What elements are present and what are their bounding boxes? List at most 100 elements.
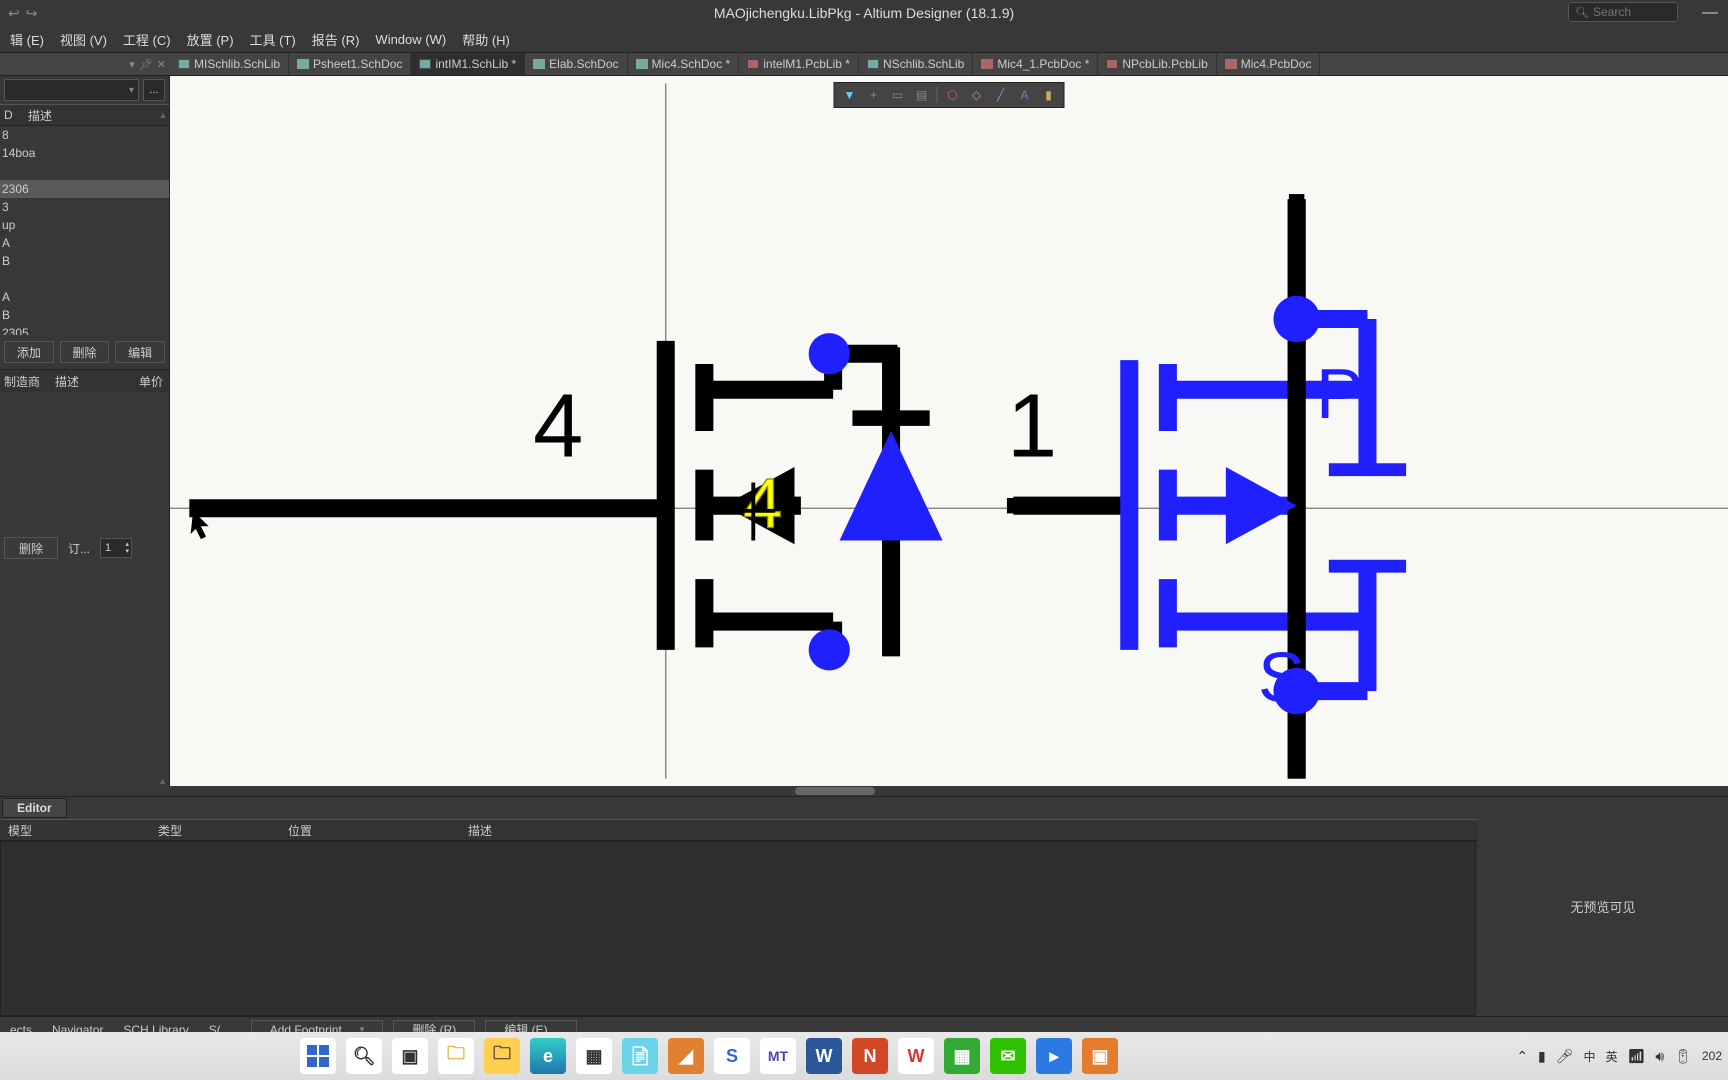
list-item[interactable]: 3 xyxy=(0,198,169,216)
mathtype-icon[interactable]: MT xyxy=(760,1038,796,1074)
wechat-icon[interactable]: ✉︎ xyxy=(990,1038,1026,1074)
filter-icon[interactable]: ▼ xyxy=(839,85,861,105)
canvas-hscroll[interactable] xyxy=(0,786,1728,796)
node-icon[interactable]: ⬡ xyxy=(942,85,964,105)
editor-grid-body[interactable] xyxy=(0,841,1476,1016)
tab-close-icon[interactable]: ✕ xyxy=(157,58,166,71)
menu-place[interactable]: 放置 (P) xyxy=(181,28,240,51)
wifi-icon[interactable]: 📶︎ xyxy=(1628,1048,1646,1065)
col-price[interactable]: 单价 xyxy=(110,373,169,390)
tray-app-icon[interactable]: ▮ xyxy=(1538,1048,1546,1065)
wps-icon[interactable]: W xyxy=(898,1038,934,1074)
component-list[interactable]: 814boa23063upABAB23053 xyxy=(0,126,169,335)
doc-tab-label: MISchlib.SchLib xyxy=(194,57,280,71)
search-box[interactable]: 🔍︎ xyxy=(1568,2,1678,22)
doc-tab[interactable]: intelM1.PcbLib * xyxy=(739,53,859,75)
list-item[interactable]: B xyxy=(0,252,169,270)
fwd-icon[interactable]: ↪︎ xyxy=(26,5,38,22)
search-taskbar-icon[interactable]: 🔍︎ xyxy=(346,1038,382,1074)
col-id[interactable]: D xyxy=(0,108,28,122)
menu-help[interactable]: 帮助 (H) xyxy=(456,28,516,51)
doc-tab[interactable]: intIM1.SchLib * xyxy=(411,53,525,75)
tray-clock[interactable]: 202 xyxy=(1702,1049,1722,1063)
scroll-up-icon[interactable]: ▲ xyxy=(0,776,169,786)
order-qty-spinner[interactable]: 1▴▾ xyxy=(100,538,132,558)
delete-button[interactable]: 删除 xyxy=(60,341,110,363)
list-item[interactable]: 2306 xyxy=(0,180,169,198)
app-green-icon[interactable]: ▦ xyxy=(944,1038,980,1074)
col-desc[interactable]: 描述 xyxy=(460,822,1478,839)
col-desc[interactable]: 描述 xyxy=(28,107,157,124)
doc-tab[interactable]: NSchlib.SchLib xyxy=(859,53,973,75)
altium-icon[interactable]: ◢ xyxy=(668,1038,704,1074)
back-icon[interactable]: ↩︎ xyxy=(8,5,20,22)
align-icon[interactable]: ▤ xyxy=(911,85,933,105)
edit-button[interactable]: 编辑 xyxy=(115,341,165,363)
calc-icon[interactable]: ▦ xyxy=(576,1038,612,1074)
start-icon[interactable] xyxy=(300,1038,336,1074)
doc-tab[interactable]: Mic4.SchDoc * xyxy=(628,53,740,75)
search-input[interactable] xyxy=(1593,5,1673,19)
delete-supplier-button[interactable]: 删除 xyxy=(4,537,58,559)
minimize-icon[interactable]: — xyxy=(1702,4,1718,22)
doc-tab[interactable]: Elab.SchDoc xyxy=(525,53,627,75)
battery-icon[interactable]: 🔋︎ xyxy=(1674,1048,1692,1065)
system-tray[interactable]: ⌃ ▮ 🎤︎ 中 英 📶︎ 🔊︎ 🔋︎ 202 xyxy=(1516,1048,1722,1065)
edge-icon[interactable]: e xyxy=(530,1038,566,1074)
camtasia-icon[interactable]: ▣ xyxy=(1082,1038,1118,1074)
plus-icon[interactable]: + xyxy=(863,85,885,105)
list-item[interactable]: up xyxy=(0,216,169,234)
tray-ime1[interactable]: 中 xyxy=(1584,1048,1596,1065)
col-type[interactable]: 类型 xyxy=(150,822,280,839)
list-item[interactable]: A xyxy=(0,288,169,306)
col-desc2[interactable]: 描述 xyxy=(55,373,110,390)
tray-up-icon[interactable]: ⌃ xyxy=(1516,1048,1528,1065)
tray-mic-icon[interactable]: 🎤︎ xyxy=(1556,1048,1574,1065)
filter-combo[interactable]: ▾ xyxy=(4,79,139,101)
filter-more-button[interactable]: ... xyxy=(143,79,165,101)
schematic-canvas[interactable]: ▼ + ▭ ▤ ⬡ ◇ ╱ A ▮ xyxy=(170,76,1728,786)
notepad-icon[interactable]: 📄︎ xyxy=(622,1038,658,1074)
menu-project[interactable]: 工程 (C) xyxy=(117,28,177,51)
list-item[interactable]: 2305 xyxy=(0,324,169,335)
menu-tools[interactable]: 工具 (T) xyxy=(244,28,302,51)
volume-icon[interactable]: 🔊︎ xyxy=(1655,1048,1664,1065)
tab-dropdown-icon[interactable]: ▾ xyxy=(129,58,135,71)
list-item[interactable] xyxy=(0,162,169,180)
menu-report[interactable]: 报告 (R) xyxy=(306,28,366,51)
doc-tab[interactable]: Psheet1.SchDoc xyxy=(289,53,411,75)
sogou-icon[interactable]: S xyxy=(714,1038,750,1074)
doc-tab[interactable]: Mic4.PcbDoc xyxy=(1217,53,1321,75)
line-icon[interactable]: ╱ xyxy=(990,85,1012,105)
text-icon[interactable]: A xyxy=(1014,85,1036,105)
col-manufacturer[interactable]: 制造商 xyxy=(0,373,55,390)
list-item[interactable]: 8 xyxy=(0,126,169,144)
editor-tab[interactable]: Editor xyxy=(2,798,67,818)
rect-icon[interactable]: ▭ xyxy=(887,85,909,105)
schlib-icon xyxy=(419,59,431,69)
doc-tab[interactable]: Mic4_1.PcbDoc * xyxy=(973,53,1098,75)
menu-edit[interactable]: 辑 (E) xyxy=(4,28,50,51)
list-item[interactable]: B xyxy=(0,306,169,324)
windows-taskbar: 🔍︎ ▣ 🗀 🗀 e ▦ 📄︎ ◢ S MT W N W ▦ ✉︎ ▸ ▣ ⌃ … xyxy=(0,1032,1728,1080)
list-item[interactable]: 14boa xyxy=(0,144,169,162)
word-icon[interactable]: W xyxy=(806,1038,842,1074)
menu-window[interactable]: Window (W) xyxy=(369,30,452,49)
doc-tab[interactable]: NPcbLib.PcbLib xyxy=(1098,53,1216,75)
explorer-icon[interactable]: 🗀 xyxy=(438,1038,474,1074)
tray-ime2[interactable]: 英 xyxy=(1606,1048,1618,1065)
diamond-icon[interactable]: ◇ xyxy=(966,85,988,105)
rect2-icon[interactable]: ▮ xyxy=(1038,85,1060,105)
tab-pin-icon[interactable]: 📌︎ xyxy=(139,58,153,71)
ppt-icon[interactable]: N xyxy=(852,1038,888,1074)
col-model[interactable]: 模型 xyxy=(0,822,150,839)
dingtalk-icon[interactable]: ▸ xyxy=(1036,1038,1072,1074)
col-position[interactable]: 位置 xyxy=(280,822,460,839)
list-item[interactable]: A xyxy=(0,234,169,252)
folder-icon[interactable]: 🗀 xyxy=(484,1038,520,1074)
doc-tab[interactable]: MISchlib.SchLib xyxy=(170,53,289,75)
taskview-icon[interactable]: ▣ xyxy=(392,1038,428,1074)
add-button[interactable]: 添加 xyxy=(4,341,54,363)
list-item[interactable] xyxy=(0,270,169,288)
menu-view[interactable]: 视图 (V) xyxy=(54,28,113,51)
